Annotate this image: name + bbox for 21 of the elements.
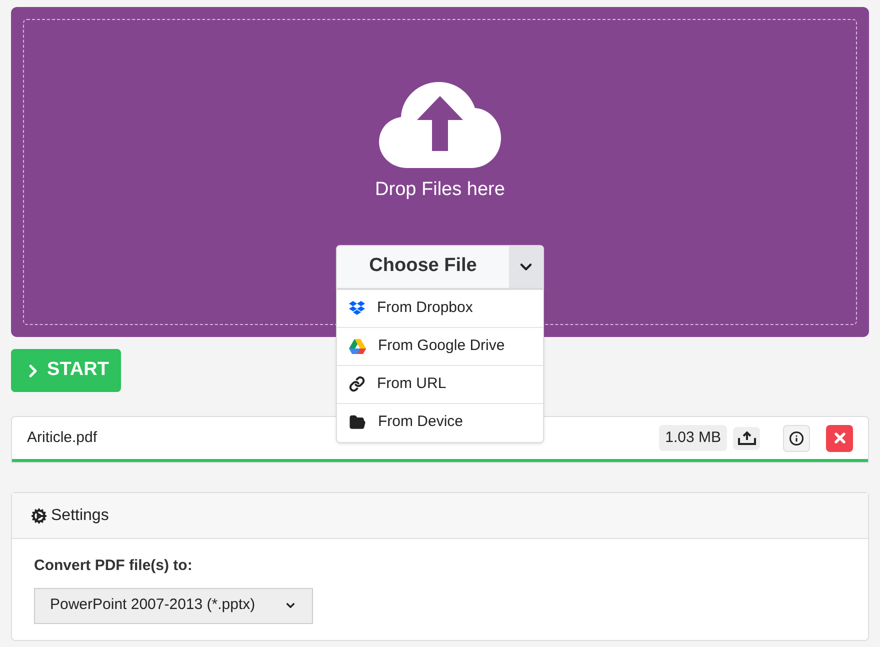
link-icon: [349, 376, 365, 392]
dropbox-icon: [349, 300, 365, 316]
upload-tray-icon: [738, 431, 756, 445]
menu-item[interactable]: From Dropbox: [337, 290, 543, 328]
triangle-icon: [349, 338, 366, 354]
settings-title: Settings: [51, 506, 109, 526]
convert-label: Convert PDF file(s) to:: [34, 556, 194, 576]
drop-zone-title: Drop Files here: [375, 178, 505, 202]
menu-item[interactable]: From Google Drive: [337, 328, 543, 366]
format-select[interactable]: PowerPoint 2007-2013 (*.pptx): [34, 588, 313, 624]
cloud-upload-icon: [379, 82, 501, 168]
info-icon: [789, 430, 804, 446]
menu-item[interactable]: From URL: [337, 366, 543, 404]
folder-icon: [349, 414, 366, 431]
upload-button[interactable]: [733, 426, 760, 450]
close-icon: [832, 430, 848, 446]
menu-item[interactable]: From Device: [337, 404, 543, 442]
dropdown-toggle[interactable]: [509, 246, 543, 288]
info-button[interactable]: [783, 424, 810, 452]
file-size: 1.03 MB: [659, 424, 727, 452]
remove-button[interactable]: [826, 424, 853, 452]
